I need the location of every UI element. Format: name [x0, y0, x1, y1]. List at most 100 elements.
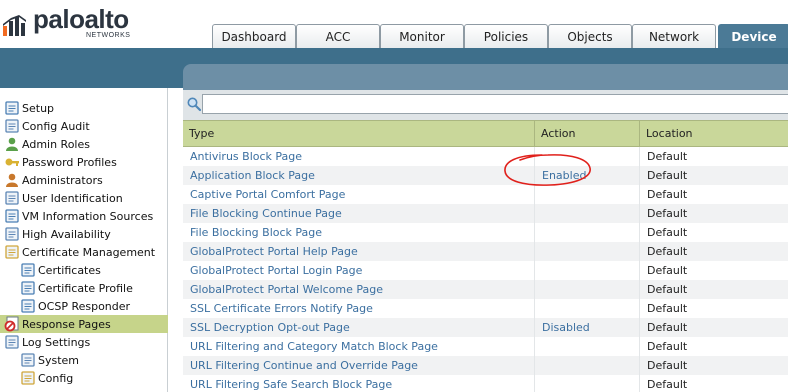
cell-location: Default	[647, 207, 688, 220]
table-row[interactable]: Application Block Page Enabled Default	[183, 166, 788, 185]
table-header: Type Action Location	[183, 120, 788, 147]
table-row[interactable]: GlobalProtect Portal Help Page Default	[183, 242, 788, 261]
sidebar-item-password-profiles[interactable]: Password Profiles	[0, 153, 168, 171]
cell-type[interactable]: GlobalProtect Portal Help Page	[183, 242, 535, 261]
sidebar-item-config-audit[interactable]: Config Audit	[0, 117, 168, 135]
sidebar-item-label: Response Pages	[22, 317, 111, 331]
app-window: paloalto NETWORKS Dashboard ACC Monitor Pol…	[0, 0, 788, 392]
table-row[interactable]: URL Filtering Continue and Override Page…	[183, 356, 788, 375]
table-row[interactable]: Antivirus Block Page Default	[183, 147, 788, 166]
logo: paloalto NETWORKS	[0, 4, 140, 42]
search-input[interactable]	[202, 94, 788, 114]
password-profiles-icon	[4, 154, 20, 170]
sidebar-item-log-settings[interactable]: Log Settings	[0, 333, 168, 351]
cell-action[interactable]	[535, 223, 640, 242]
table-row[interactable]: GlobalProtect Portal Welcome Page Default	[183, 280, 788, 299]
cell-type[interactable]: GlobalProtect Portal Login Page	[183, 261, 535, 280]
response-pages-icon	[4, 316, 20, 332]
sidebar-item-setup[interactable]: Setup	[0, 99, 168, 117]
logo-wordmark: paloalto	[33, 4, 129, 34]
sidebar-item-label: Config	[38, 371, 74, 385]
cell-action[interactable]	[535, 242, 640, 261]
sidebar-item-certificate-profile[interactable]: Certificate Profile	[0, 279, 168, 297]
sidebar-item-label: Admin Roles	[22, 137, 90, 151]
cell-type[interactable]: SSL Certificate Errors Notify Page	[183, 299, 535, 318]
cell-type[interactable]: Application Block Page	[183, 166, 535, 185]
cell-type[interactable]: GlobalProtect Portal Welcome Page	[183, 280, 535, 299]
sidebar-item-label: OCSP Responder	[38, 299, 131, 313]
cell-location: Default	[647, 169, 688, 182]
cell-type[interactable]: SSL Decryption Opt-out Page	[183, 318, 535, 337]
cell-action[interactable]	[535, 337, 640, 356]
cell-type[interactable]: URL Filtering Safe Search Block Page	[183, 375, 535, 392]
cell-type[interactable]: File Blocking Continue Page	[183, 204, 535, 223]
cell-action[interactable]: Enabled	[535, 166, 640, 185]
sidebar-item-system[interactable]: System	[0, 351, 168, 369]
system-log-icon	[20, 352, 36, 368]
administrators-icon	[4, 172, 20, 188]
cell-action[interactable]	[535, 185, 640, 204]
sidebar-item-label: Log Settings	[22, 335, 91, 349]
table-row[interactable]: File Blocking Continue Page Default	[183, 204, 788, 223]
table-row[interactable]: URL Filtering Safe Search Block Page Defa…	[183, 375, 788, 392]
main-tabs: Dashboard ACC Monitor Policies Objects Networ…	[212, 24, 788, 48]
cell-action[interactable]	[535, 356, 640, 375]
sidebar-item-certificate-management[interactable]: Certificate Management	[0, 243, 168, 261]
table-row[interactable]: GlobalProtect Portal Login Page Default	[183, 261, 788, 280]
sidebar: Setup Config Audit Admin Roles Password Pro…	[0, 88, 168, 392]
table-row[interactable]: SSL Certificate Errors Notify Page Defaul…	[183, 299, 788, 318]
tab-policies[interactable]: Policies	[464, 24, 548, 48]
tab-objects[interactable]: Objects	[548, 24, 632, 48]
sidebar-item-high-availability[interactable]: High Availability	[0, 225, 168, 243]
column-header-type[interactable]: Type	[183, 121, 535, 146]
sidebar-item-label: Certificates	[38, 263, 101, 277]
table-row[interactable]: URL Filtering and Category Match Block P…	[183, 337, 788, 356]
search-bar	[183, 90, 788, 120]
cell-location: Default	[647, 359, 688, 372]
sidebar-item-certificates[interactable]: Certificates	[0, 261, 168, 279]
certificates-icon	[20, 262, 36, 278]
cell-location: Default	[647, 150, 688, 163]
sidebar-item-vm-information-sources[interactable]: VM Information Sources	[0, 207, 168, 225]
sidebar-item-response-pages[interactable]: Response Pages	[0, 315, 168, 333]
cell-type[interactable]: URL Filtering Continue and Override Page	[183, 356, 535, 375]
sidebar-item-admin-roles[interactable]: Admin Roles	[0, 135, 168, 153]
cell-action[interactable]	[535, 261, 640, 280]
column-header-action[interactable]: Action	[535, 121, 640, 146]
tab-network[interactable]: Network	[632, 24, 716, 48]
cell-action[interactable]	[535, 299, 640, 318]
cell-action[interactable]: Disabled	[535, 318, 640, 337]
setup-icon	[4, 100, 20, 116]
cell-action[interactable]	[535, 147, 640, 166]
cell-type[interactable]: File Blocking Block Page	[183, 223, 535, 242]
search-icon[interactable]	[186, 96, 202, 112]
certificate-management-icon	[4, 244, 20, 260]
tab-monitor[interactable]: Monitor	[380, 24, 464, 48]
cell-action[interactable]	[535, 204, 640, 223]
sidebar-item-label: Certificate Management	[22, 245, 156, 259]
cell-type[interactable]: Antivirus Block Page	[183, 147, 535, 166]
cell-location: Default	[647, 378, 688, 391]
cell-location: Default	[647, 302, 688, 315]
tab-device[interactable]: Device	[718, 24, 788, 48]
table-row[interactable]: Captive Portal Comfort Page Default	[183, 185, 788, 204]
config-audit-icon	[4, 118, 20, 134]
sidebar-item-label: Password Profiles	[22, 155, 117, 169]
cell-type[interactable]: Captive Portal Comfort Page	[183, 185, 535, 204]
cell-action[interactable]	[535, 280, 640, 299]
cell-location: Default	[647, 340, 688, 353]
sidebar-item-user-identification[interactable]: User Identification	[0, 189, 168, 207]
cell-type[interactable]: URL Filtering and Category Match Block P…	[183, 337, 535, 356]
certificate-profile-icon	[20, 280, 36, 296]
table-row[interactable]: SSL Decryption Opt-out Page Disabled Defau…	[183, 318, 788, 337]
sidebar-item-ocsp-responder[interactable]: OCSP Responder	[0, 297, 168, 315]
tab-acc[interactable]: ACC	[296, 24, 380, 48]
content-title-bar	[183, 64, 788, 90]
cell-action[interactable]	[535, 375, 640, 392]
table-row[interactable]: File Blocking Block Page Default	[183, 223, 788, 242]
tab-dashboard[interactable]: Dashboard	[212, 24, 296, 48]
sidebar-item-config[interactable]: Config	[0, 369, 168, 387]
column-header-location[interactable]: Location	[640, 121, 788, 146]
sidebar-item-administrators[interactable]: Administrators	[0, 171, 168, 189]
cell-location: Default	[647, 245, 688, 258]
